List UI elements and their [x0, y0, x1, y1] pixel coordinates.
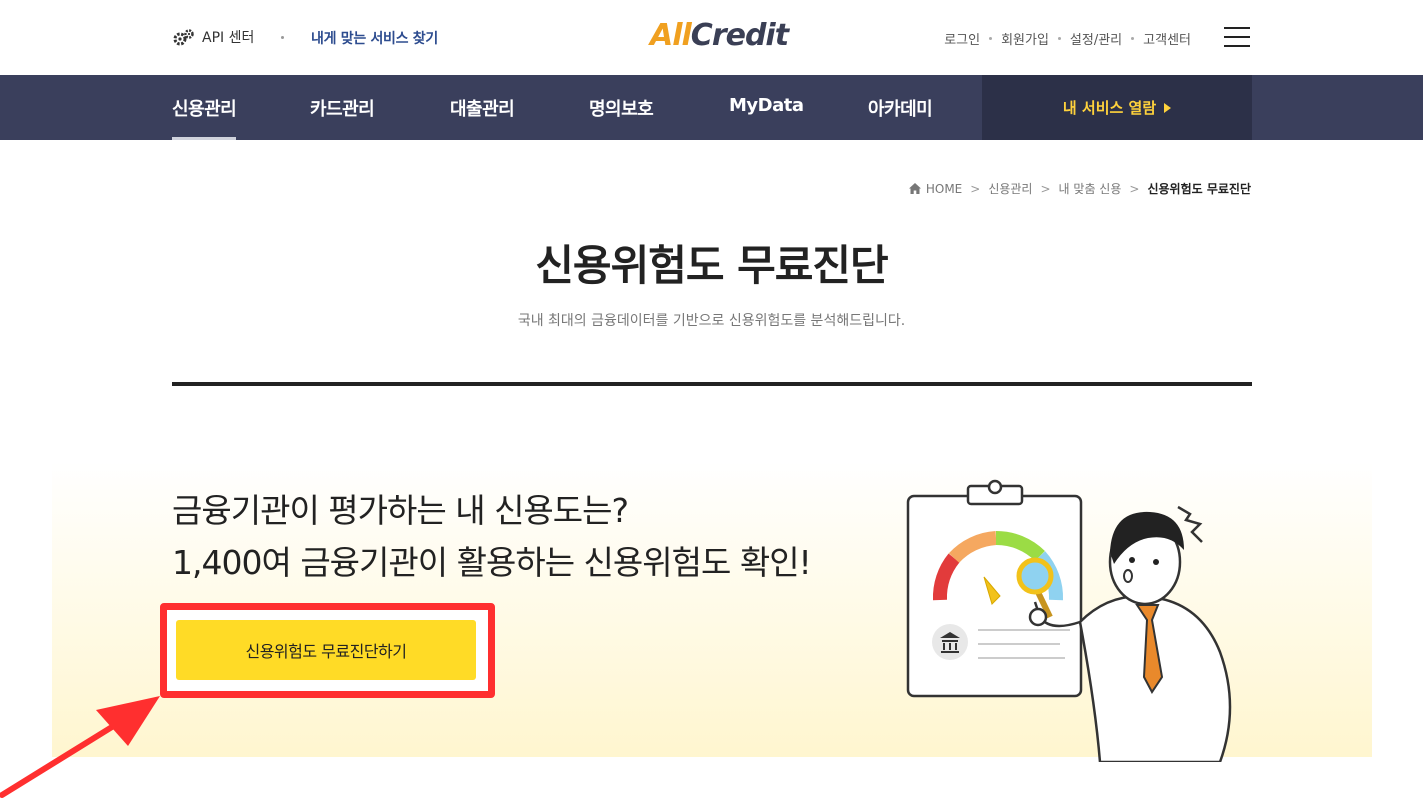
nav-item-academy[interactable]: 아카데미: [868, 95, 933, 121]
menu-icon[interactable]: [1224, 27, 1250, 47]
page-subtitle: 국내 최대의 금융데이터를 기반으로 신용위험도를 분석해드립니다.: [517, 313, 906, 329]
breadcrumb-my-credit[interactable]: 내 맞춤 신용: [1059, 180, 1122, 197]
chevron-right-icon: >: [1040, 181, 1051, 196]
free-diagnosis-button[interactable]: 신용위험도 무료진단하기: [176, 620, 476, 680]
breadcrumb-home[interactable]: HOME: [926, 182, 962, 196]
nav-item-loan[interactable]: 대출관리: [450, 95, 515, 121]
hero-headline-2: 1,400여 금융기관이 활용하는 신용위험도 확인!: [172, 543, 812, 582]
home-icon: [908, 183, 921, 194]
utility-links: 로그인 회원가입 설정/관리 고객센터: [944, 29, 1191, 48]
play-arrow-icon: [1164, 102, 1172, 113]
hero-headline-1: 금융기관이 평가하는 내 신용도는?: [172, 491, 629, 530]
breadcrumb-current: 신용위험도 무료진단: [1147, 182, 1251, 196]
signup-link[interactable]: 회원가입: [1001, 29, 1049, 48]
separator-dot: [1131, 37, 1135, 40]
chevron-right-icon: >: [1129, 181, 1140, 196]
gear-icon: [173, 29, 194, 46]
breadcrumb-credit[interactable]: 신용관리: [988, 180, 1032, 197]
separator-dot: [281, 36, 284, 39]
separator-dot: [989, 37, 993, 40]
top-header: API 센터 내게 맞는 서비스 찾기 AllCredit 로그인 회원가입 설…: [0, 0, 1423, 75]
nav-item-card[interactable]: 카드관리: [310, 95, 375, 121]
my-service-button[interactable]: 내 서비스 열람: [982, 75, 1252, 140]
settings-link[interactable]: 설정/관리: [1070, 29, 1122, 48]
breadcrumb: HOME > 신용관리 > 내 맞춤 신용 > 신용위험도 무료진단: [908, 180, 1251, 197]
title-divider: [172, 382, 1252, 386]
nav-item-identity[interactable]: 명의보호: [589, 95, 654, 121]
page-title: 신용위험도 무료진단: [535, 241, 888, 290]
my-service-label: 내 서비스 열람: [1062, 99, 1157, 117]
chevron-right-icon: >: [970, 181, 981, 196]
separator-dot: [1057, 37, 1061, 40]
credit-check-illustration: [906, 479, 1232, 762]
find-service-link[interactable]: 내게 맞는 서비스 찾기: [311, 28, 438, 48]
pointer-arrow-icon: [0, 696, 160, 798]
nav-item-mydata[interactable]: MyData: [729, 95, 804, 116]
customer-center-link[interactable]: 고객센터: [1143, 29, 1191, 48]
api-center-label: API 센터: [202, 30, 255, 46]
api-center-link[interactable]: API 센터: [172, 27, 254, 47]
allcredit-logo[interactable]: AllCredit: [650, 18, 789, 53]
nav-item-credit[interactable]: 신용관리: [172, 95, 237, 140]
login-link[interactable]: 로그인: [944, 29, 980, 48]
